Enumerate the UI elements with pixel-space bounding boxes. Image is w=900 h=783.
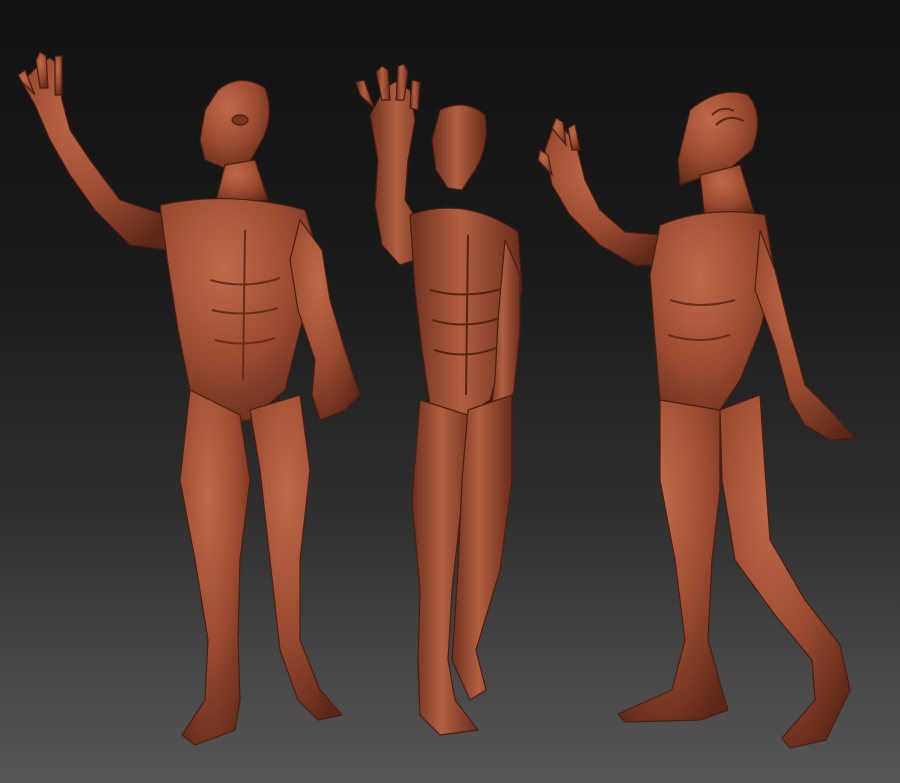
sculpt-viewport[interactable] — [0, 0, 900, 783]
sculpt-canvas[interactable] — [0, 0, 900, 783]
figure-front-three-quarter — [17, 51, 361, 746]
figure-front — [355, 63, 523, 736]
figure-side — [537, 91, 857, 749]
